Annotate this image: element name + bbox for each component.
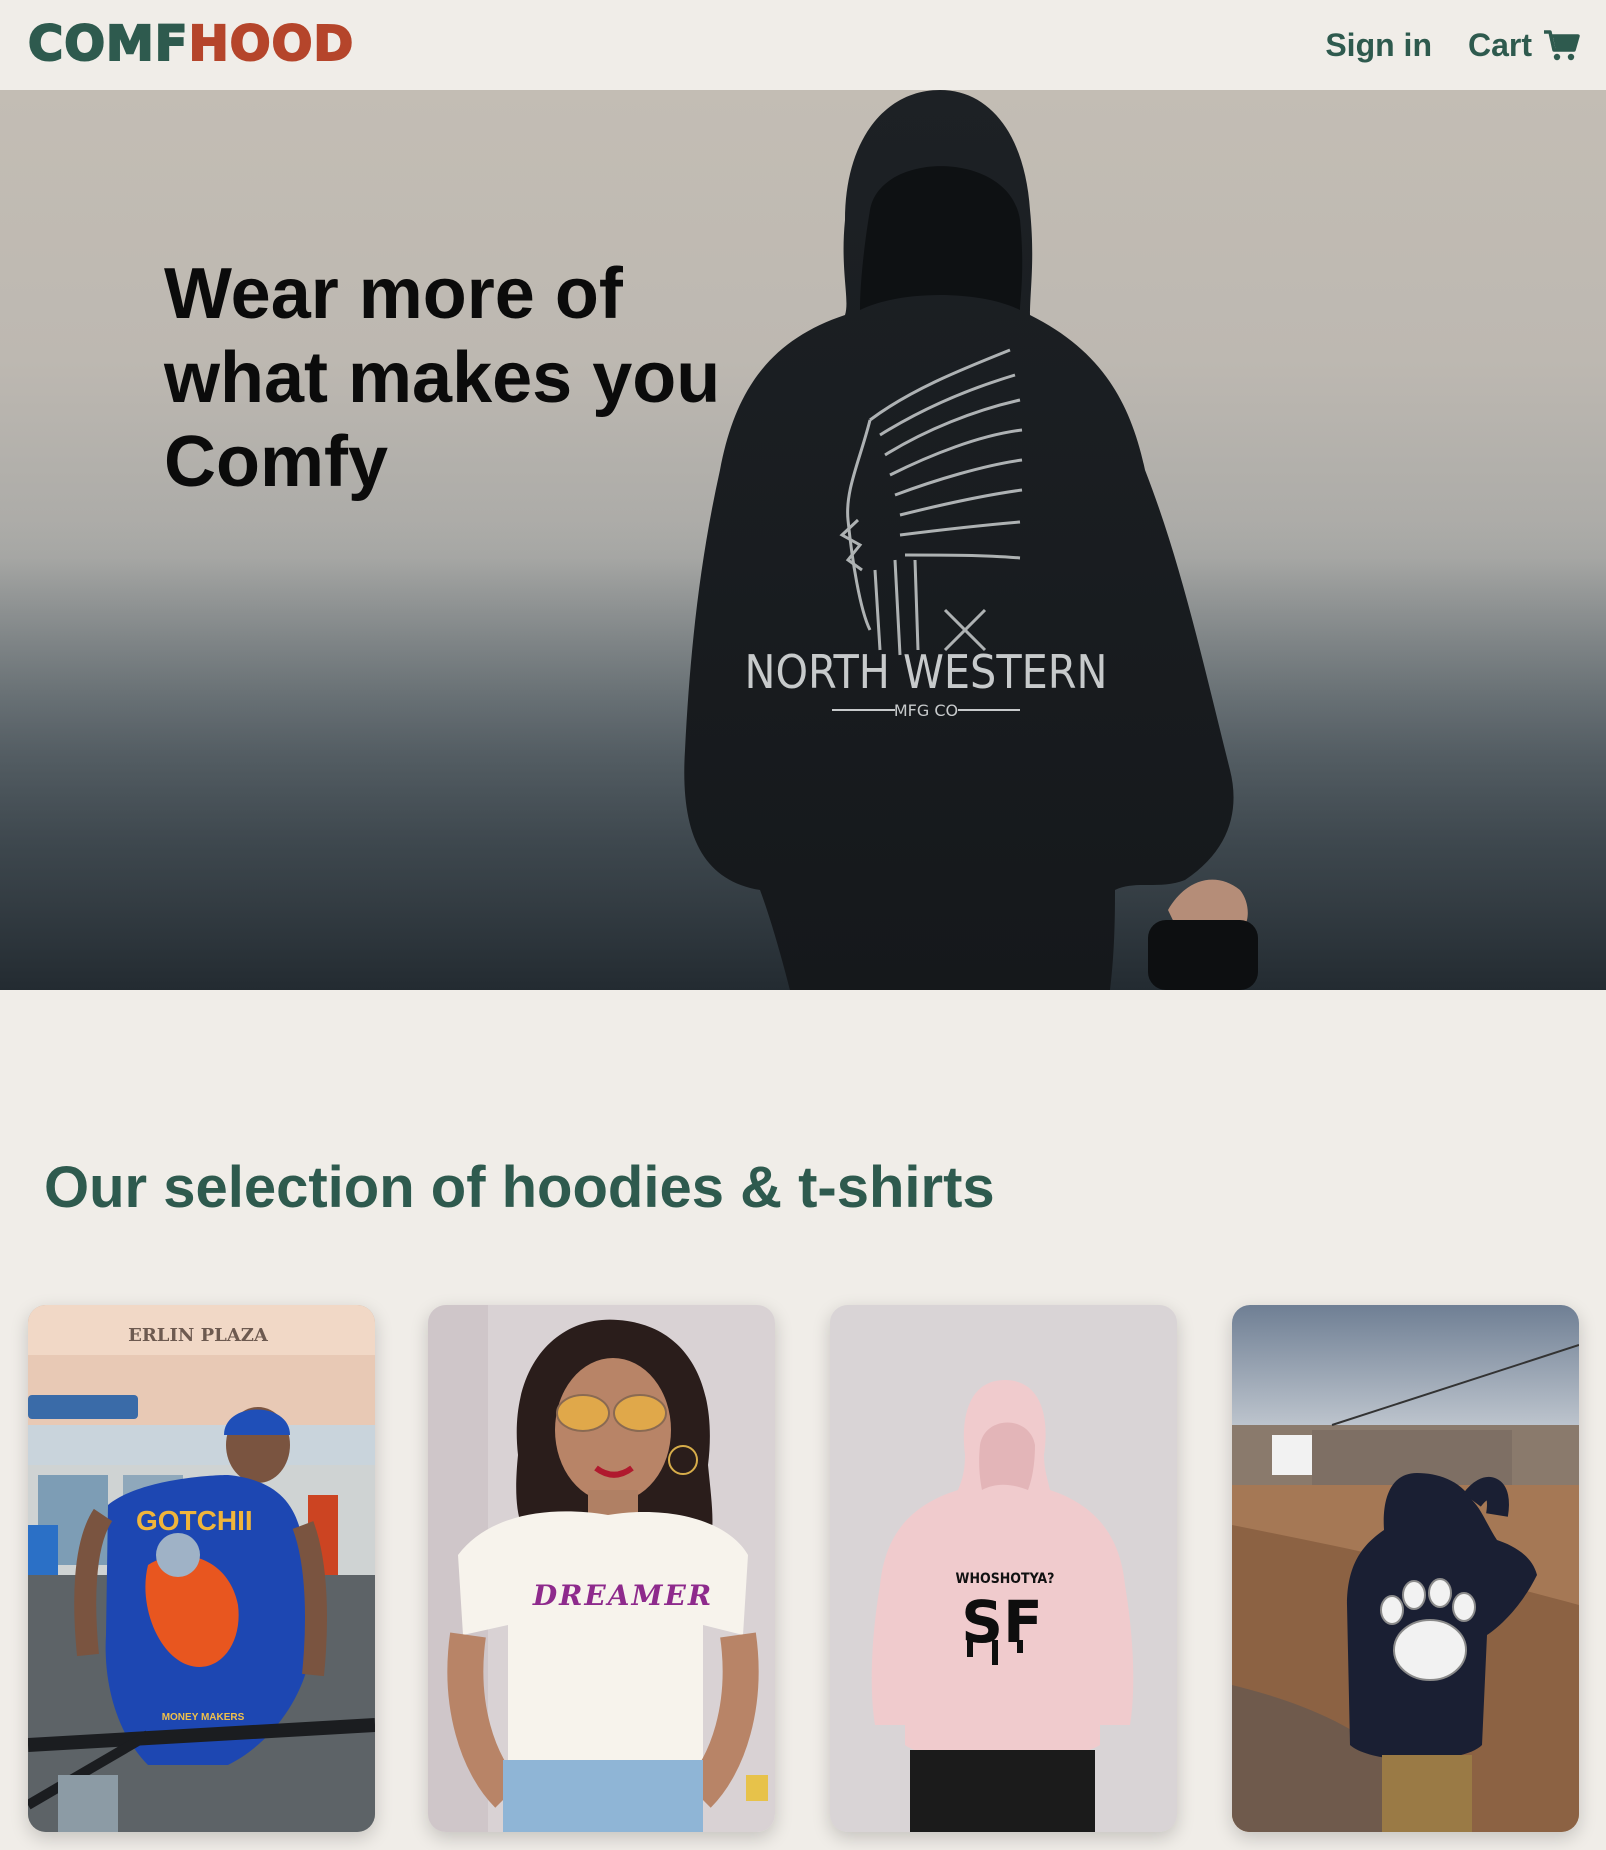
site-header: COMFHOOD Sign in Cart bbox=[0, 0, 1606, 90]
cart-label: Cart bbox=[1467, 26, 1532, 63]
product-image: ERLIN PLAZA GOTCHII MONEY MAKERS bbox=[28, 1305, 375, 1832]
product-card-dreamer-tshirt[interactable]: DREAMER bbox=[428, 1305, 775, 1832]
hoodie-print-brand: NORTH WESTERN bbox=[745, 645, 1108, 699]
sign-in-label: Sign in bbox=[1325, 26, 1432, 63]
section-title: Our selection of hoodies & t-shirts bbox=[44, 1155, 995, 1220]
product-card-navy-paw-hoodie[interactable] bbox=[1232, 1305, 1579, 1832]
product-card-blue-tshirt[interactable]: ERLIN PLAZA GOTCHII MONEY MAKERS bbox=[28, 1305, 375, 1832]
product-image: DREAMER bbox=[428, 1305, 775, 1832]
store-sign-text: ERLIN PLAZA bbox=[128, 1325, 269, 1346]
svg-text:MONEY MAKERS: MONEY MAKERS bbox=[162, 1712, 245, 1723]
logo-part-comf: COMF bbox=[27, 16, 189, 72]
product-image bbox=[1232, 1305, 1579, 1832]
top-nav: Sign in Cart bbox=[1325, 22, 1580, 68]
shopping-cart-icon bbox=[1544, 30, 1580, 61]
hoodie-print-sub: MFG CO bbox=[894, 701, 958, 720]
hero-headline: Wear more of what makes you Comfy bbox=[164, 254, 721, 502]
hero-banner: NORTH WESTERN MFG CO Wear more of what m… bbox=[0, 90, 1606, 990]
cart-link[interactable]: Cart bbox=[1468, 26, 1580, 64]
tshirt-print-text: GOTCHII bbox=[136, 1505, 253, 1536]
logo-part-hood: HOOD bbox=[188, 16, 355, 72]
sign-in-link[interactable]: Sign in bbox=[1325, 27, 1432, 64]
product-image: WHOSHOTYA? SF bbox=[830, 1305, 1177, 1832]
hero-image: NORTH WESTERN MFG CO bbox=[0, 90, 1606, 990]
tshirt-print-text: DREAMER bbox=[532, 1579, 713, 1612]
svg-text:GOTCHII: GOTCHII bbox=[136, 1505, 253, 1536]
hoodie-print-main: SF bbox=[961, 1588, 1042, 1656]
product-card-pink-sf-hoodie[interactable]: WHOSHOTYA? SF bbox=[830, 1305, 1177, 1832]
comfhood-logo[interactable]: COMFHOOD bbox=[27, 16, 355, 72]
hoodie-print-top: WHOSHOTYA? bbox=[956, 1571, 1055, 1587]
